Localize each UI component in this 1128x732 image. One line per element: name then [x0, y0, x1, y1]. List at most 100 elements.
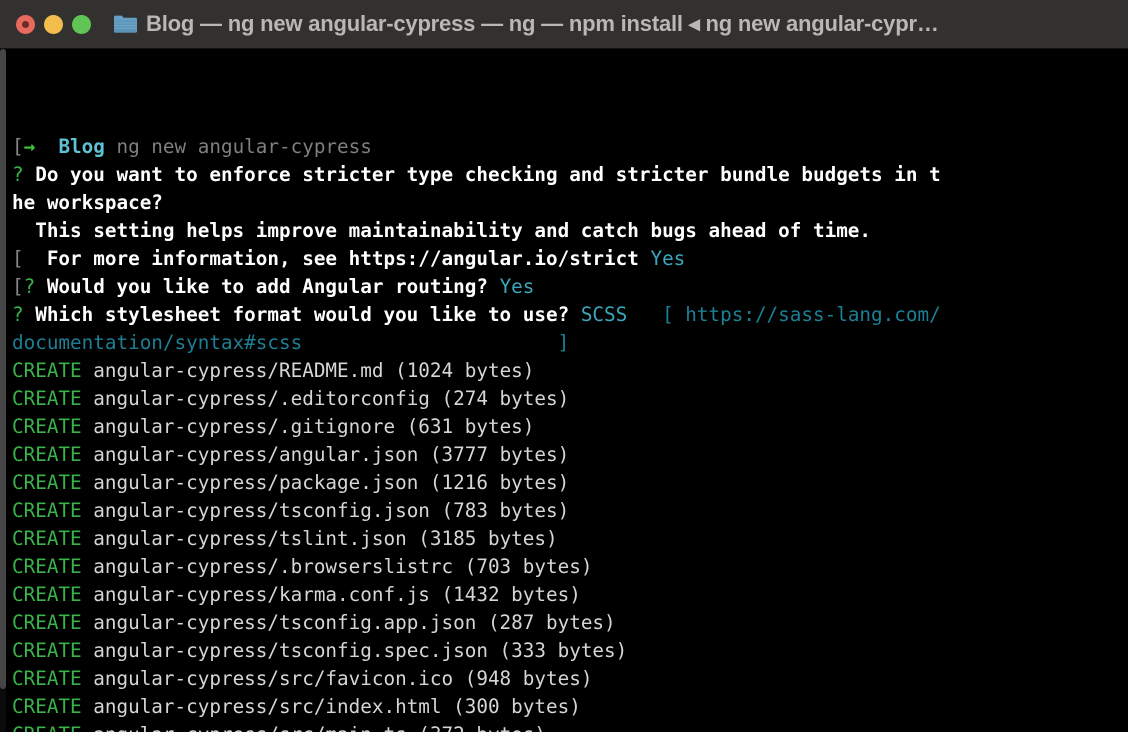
file-size: (783 bytes)	[429, 499, 570, 522]
create-line: CREATE angular-cypress/src/index.html (3…	[12, 693, 1128, 721]
text-segment-2: Would you like to add Angular routing?	[46, 275, 500, 298]
create-label: CREATE	[12, 443, 82, 466]
file-size: (631 bytes)	[395, 415, 535, 438]
terminal-line-q-stylesheet-1: ? Which stylesheet format would you like…	[12, 301, 1128, 329]
file-path: angular-cypress/package.json	[93, 471, 419, 494]
text-segment-2	[35, 135, 58, 158]
window-titlebar[interactable]: Blog — ng new angular-cypress — ng — npm…	[0, 0, 1128, 49]
terminal-line-q-strict-1: ? Do you want to enforce stricter type c…	[12, 161, 1128, 189]
terminal-line-q-strict-help-2: [ For more information, see https://angu…	[12, 245, 1128, 273]
file-size: (287 bytes)	[476, 611, 616, 634]
terminal-screen: [→ Blog ng new angular-cypress? Do you w…	[12, 49, 1128, 732]
file-path: angular-cypress/src/main.ts	[93, 723, 406, 732]
create-label: CREATE	[12, 527, 82, 550]
text-segment-0: documentation/syntax#scss	[12, 331, 303, 354]
create-line: CREATE angular-cypress/.browserslistrc (…	[12, 553, 1128, 581]
create-label: CREATE	[12, 611, 82, 634]
file-path: angular-cypress/src/index.html	[93, 695, 442, 718]
text-segment-0: [	[12, 135, 24, 158]
create-label: CREATE	[12, 583, 82, 606]
text-segment-3: Yes	[499, 275, 535, 298]
create-line: CREATE angular-cypress/tsconfig.spec.jso…	[12, 637, 1128, 665]
create-label: CREATE	[12, 415, 82, 438]
text-segment-0: This setting helps improve maintainabili…	[12, 219, 872, 242]
file-size: (3185 bytes)	[406, 527, 558, 550]
window-title: Blog — ng new angular-cypress — ng — npm…	[146, 12, 939, 36]
terminal-viewport[interactable]: [→ Blog ng new angular-cypress? Do you w…	[0, 49, 1128, 732]
create-line: CREATE angular-cypress/.gitignore (631 b…	[12, 413, 1128, 441]
window-controls	[16, 14, 91, 34]
scrollbar-thumb[interactable]	[0, 49, 6, 689]
create-label: CREATE	[12, 639, 82, 662]
file-path: angular-cypress/karma.conf.js	[93, 583, 430, 606]
text-segment-4: ng new angular-cypress	[104, 135, 372, 158]
file-size: (948 bytes)	[453, 667, 593, 690]
create-label: CREATE	[12, 555, 82, 578]
text-segment-3: Blog	[58, 135, 105, 158]
file-size: (1216 bytes)	[418, 471, 570, 494]
terminal-line-prompt-line: [→ Blog ng new angular-cypress	[12, 133, 1128, 161]
create-line: CREATE angular-cypress/src/main.ts (372 …	[12, 721, 1128, 732]
text-segment-1: For more information, see https://angula…	[23, 247, 651, 270]
file-path: angular-cypress/tsconfig.app.json	[93, 611, 477, 634]
terminal-line-q-routing: [? Would you like to add Angular routing…	[12, 273, 1128, 301]
terminal-line-q-strict-2: he workspace?	[12, 189, 1128, 217]
file-size: (1432 bytes)	[429, 583, 581, 606]
file-path: angular-cypress/tsconfig.spec.json	[93, 639, 488, 662]
minimize-button[interactable]	[44, 14, 63, 34]
text-segment-2: SCSS	[580, 303, 628, 326]
file-path: angular-cypress/tsconfig.json	[93, 499, 430, 522]
maximize-button[interactable]	[72, 14, 91, 34]
create-label: CREATE	[12, 359, 82, 382]
text-segment-1: Which stylesheet format would you like t…	[35, 303, 581, 326]
terminal-window: Blog — ng new angular-cypress — ng — npm…	[0, 0, 1128, 732]
file-path: angular-cypress/src/favicon.ico	[93, 667, 454, 690]
text-segment-1: Do you want to enforce stricter type che…	[35, 163, 941, 186]
create-line: CREATE angular-cypress/tsconfig.json (78…	[12, 497, 1128, 525]
file-size: (3777 bytes)	[418, 443, 570, 466]
text-segment-0: [	[12, 247, 24, 270]
text-segment-1: →	[23, 135, 36, 158]
terminal-line-q-strict-help-1: This setting helps improve maintainabili…	[12, 217, 1128, 245]
file-path: angular-cypress/.editorconfig	[93, 387, 430, 410]
text-segment-2: Yes	[650, 247, 686, 270]
create-label: CREATE	[12, 695, 82, 718]
file-size: (372 bytes)	[407, 723, 546, 732]
create-label: CREATE	[12, 667, 82, 690]
file-path: angular-cypress/.browserslistrc	[93, 555, 454, 578]
file-path: angular-cypress/angular.json	[93, 443, 419, 466]
file-path: angular-cypress/.gitignore	[93, 415, 396, 438]
window-title-area: Blog — ng new angular-cypress — ng — npm…	[113, 12, 1128, 36]
text-segment-3: [	[627, 303, 686, 326]
create-line: CREATE angular-cypress/package.json (121…	[12, 469, 1128, 497]
text-segment-0: [	[12, 275, 24, 298]
create-line: CREATE angular-cypress/src/favicon.ico (…	[12, 665, 1128, 693]
create-line: CREATE angular-cypress/tsconfig.app.json…	[12, 609, 1128, 637]
text-segment-1: ?	[23, 275, 47, 298]
text-segment-0: he workspace?	[12, 191, 163, 214]
close-button[interactable]	[16, 14, 35, 34]
create-line: CREATE angular-cypress/.editorconfig (27…	[12, 385, 1128, 413]
create-label: CREATE	[12, 499, 82, 522]
file-size: (703 bytes)	[453, 555, 593, 578]
scrollbar-track[interactable]	[0, 49, 6, 732]
text-segment-4: https://sass-lang.com/	[685, 303, 941, 326]
file-path: angular-cypress/README.md	[93, 359, 384, 382]
create-line: CREATE angular-cypress/README.md (1024 b…	[12, 357, 1128, 385]
text-segment-1: ]	[302, 331, 570, 354]
file-size: (274 bytes)	[429, 387, 570, 410]
text-segment-0: ?	[12, 303, 36, 326]
